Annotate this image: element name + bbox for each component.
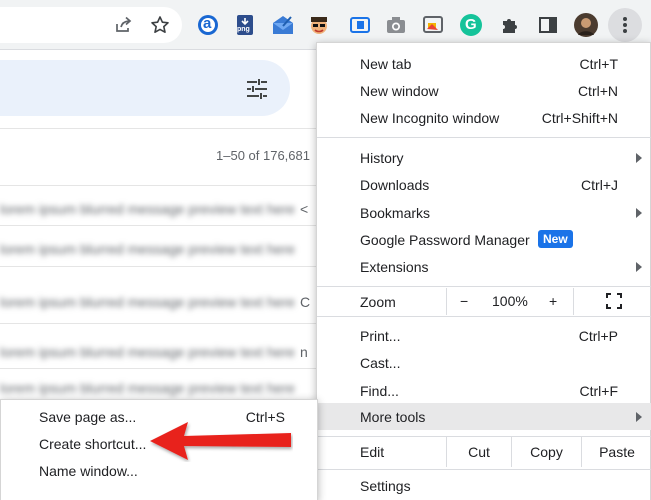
menu-item-shortcut: Ctrl+P [578, 327, 618, 344]
menu-item-label: New window [360, 82, 439, 99]
menu-item-shortcut: Ctrl+N [577, 82, 618, 99]
new-badge: New [538, 230, 573, 248]
menu-item-downloads[interactable]: Downloads Ctrl+J [317, 171, 651, 198]
kebab-menu-icon[interactable] [608, 8, 642, 42]
grammarly-letter: G [465, 16, 477, 33]
list-item[interactable]: lorem ipsum blurred message preview text… [0, 195, 312, 222]
menu-item-label: Settings [360, 477, 411, 494]
message-preview: lorem ipsum blurred message preview text… [0, 200, 295, 217]
extension-image-icon[interactable] [420, 12, 446, 38]
cut-label: Cut [468, 444, 490, 460]
menu-item-extensions[interactable]: Extensions [317, 253, 651, 280]
menu-item-label: Google Password Manager [360, 231, 530, 248]
menu-item-label: Downloads [360, 176, 430, 193]
menu-item-label: Cast... [360, 354, 401, 371]
menu-item-label: New tab [360, 55, 412, 72]
annotation-arrow-icon [150, 422, 291, 460]
side-panel-icon[interactable] [535, 12, 561, 38]
menu-item-shortcut: Ctrl+J [581, 176, 618, 193]
divider [0, 323, 320, 324]
extension-png-icon[interactable]: png [232, 12, 258, 38]
search-filter-icon[interactable] [245, 78, 269, 100]
menu-item-shortcut: Ctrl+F [579, 382, 619, 399]
message-date: C [300, 293, 311, 310]
submenu-item-label: Create shortcut... [39, 436, 147, 452]
list-item[interactable]: lorem ipsum blurred message preview text… [0, 288, 312, 315]
share-icon[interactable] [110, 12, 136, 38]
copy-label: Copy [530, 444, 563, 460]
menu-item-bookmarks[interactable]: Bookmarks [317, 199, 651, 226]
menu-item-password-manager[interactable]: Google Password Manager New [317, 226, 651, 253]
menu-item-label: More tools [360, 408, 426, 425]
menu-separator [317, 137, 651, 138]
menu-item-label: History [360, 149, 404, 166]
menu-item-shortcut: Ctrl+T [579, 55, 619, 72]
message-preview: lorem ipsum blurred message preview text… [0, 343, 295, 360]
extension-sidebar-icon[interactable] [347, 12, 373, 38]
menu-item-label: Extensions [360, 258, 429, 275]
list-item[interactable]: lorem ipsum blurred message preview text… [0, 374, 312, 401]
png-label: png [237, 26, 250, 33]
menu-item-cast[interactable]: Cast... [317, 349, 651, 376]
divider [0, 266, 320, 267]
menu-item-new-incognito[interactable]: New Incognito window Ctrl+Shift+N [317, 104, 651, 131]
menu-item-settings[interactable]: Settings [317, 472, 651, 499]
menu-item-more-tools[interactable]: More tools [317, 403, 651, 430]
divider [0, 128, 320, 129]
menu-separator [317, 469, 651, 470]
star-icon[interactable] [147, 12, 173, 38]
submenu-arrow-icon [636, 411, 642, 422]
divider [0, 185, 320, 186]
message-preview: lorem ipsum blurred message preview text… [0, 293, 295, 310]
menu-item-label: Edit [360, 444, 385, 460]
menu-item-find[interactable]: Find... Ctrl+F [317, 377, 651, 404]
menu-separator [317, 286, 651, 287]
message-preview: lorem ipsum blurred message preview text… [0, 379, 295, 396]
puzzle-icon[interactable] [497, 12, 523, 38]
divider [0, 368, 320, 369]
extension-mail-icon[interactable] [270, 12, 296, 38]
profile-avatar[interactable] [573, 12, 599, 38]
grammarly-icon[interactable]: G [458, 12, 484, 38]
submenu-item-label: Save page as... [39, 409, 137, 425]
paste-label: Paste [599, 444, 635, 460]
menu-item-edit: Edit Cut Copy Paste [317, 437, 651, 467]
message-preview: lorem ipsum blurred message preview text… [0, 240, 295, 257]
extension-a-icon[interactable]: a [195, 12, 221, 38]
menu-item-label: Zoom [360, 293, 396, 310]
copy-button[interactable]: Copy [511, 437, 581, 467]
menu-item-label: Print... [360, 327, 401, 344]
zoom-in-button[interactable]: + [549, 293, 557, 309]
message-date: < [300, 200, 309, 217]
a-letter: a [203, 15, 212, 32]
list-item[interactable]: lorem ipsum blurred message preview text… [0, 338, 312, 365]
menu-item-label: New Incognito window [360, 109, 500, 126]
cut-button[interactable]: Cut [446, 437, 511, 467]
submenu-item-label: Name window... [39, 463, 138, 479]
menu-separator [317, 316, 651, 317]
menu-item-zoom: Zoom − 100% + [317, 288, 651, 315]
menu-item-label: Find... [360, 382, 399, 399]
message-date: n [300, 343, 308, 360]
message-count: 1–50 of 176,681 [216, 148, 310, 163]
paste-button[interactable]: Paste [581, 437, 651, 467]
zoom-out-button[interactable]: − [460, 293, 468, 309]
zoom-level: 100% [492, 293, 528, 309]
menu-item-new-window[interactable]: New window Ctrl+N [317, 77, 651, 104]
submenu-arrow-icon [636, 207, 642, 218]
menu-item-print[interactable]: Print... Ctrl+P [317, 322, 651, 349]
menu-item-label: Bookmarks [360, 204, 431, 221]
chrome-main-menu: New tab Ctrl+T New window Ctrl+N New Inc… [316, 42, 651, 500]
camera-icon[interactable] [383, 12, 409, 38]
divider [0, 225, 320, 226]
submenu-arrow-icon [636, 152, 642, 163]
menu-item-shortcut: Ctrl+Shift+N [541, 109, 618, 126]
list-item[interactable]: lorem ipsum blurred message preview text… [0, 235, 312, 262]
menu-item-history[interactable]: History [317, 144, 651, 171]
submenu-arrow-icon [636, 261, 642, 272]
fullscreen-icon[interactable] [606, 293, 622, 312]
menu-item-new-tab[interactable]: New tab Ctrl+T [317, 50, 651, 77]
extension-avatar-icon[interactable] [306, 12, 332, 38]
